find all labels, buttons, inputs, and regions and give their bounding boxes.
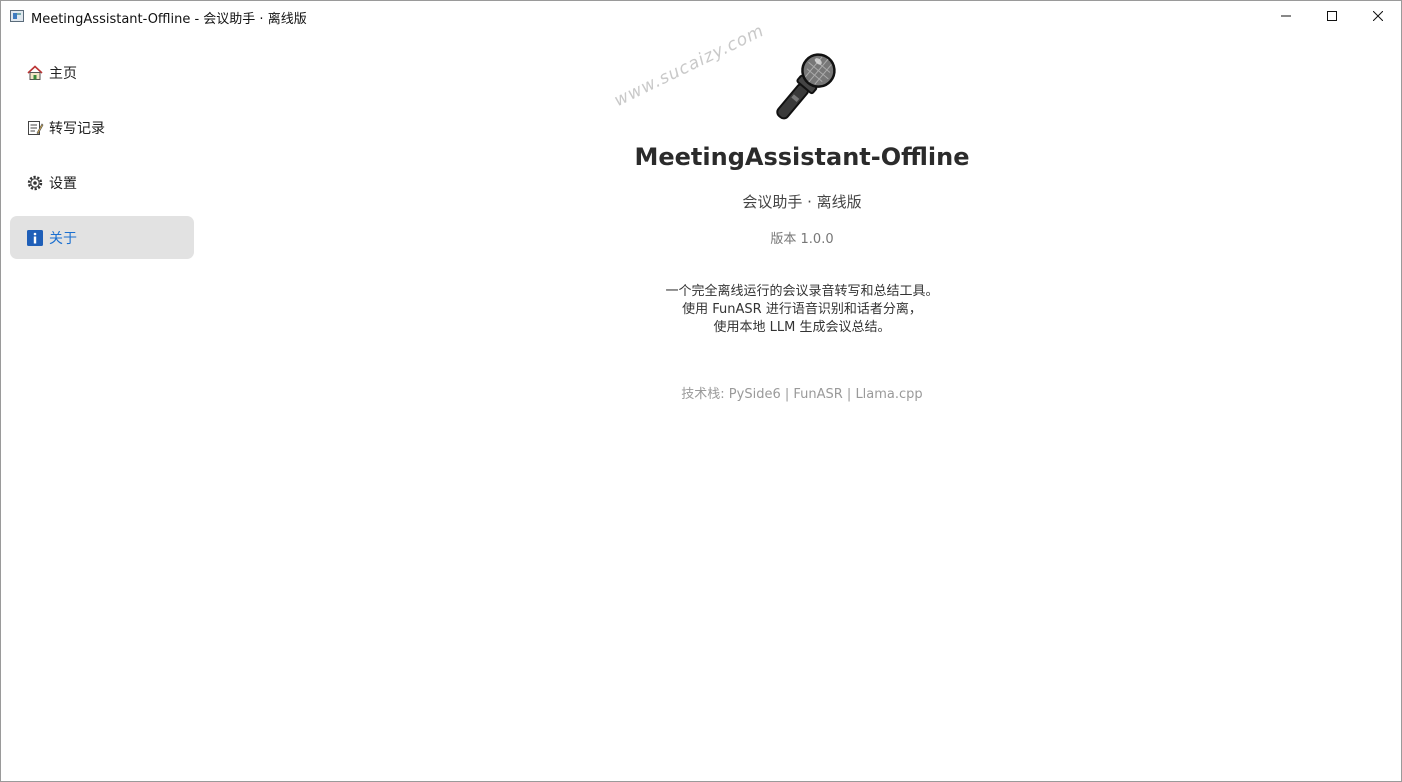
sidebar-item-label: 主页 [49,65,77,82]
microphone-icon [776,53,836,120]
app-window-icon [10,10,24,22]
sidebar-item-label: 转写记录 [49,120,105,137]
tech-stack: 技术栈: PySide6 | FunASR | Llama.cpp [681,387,923,402]
app-window: MeetingAssistant-Offline - 会议助手 · 离线版 主页 [0,0,1402,782]
watermark: www.sucaizy.com [611,20,768,111]
info-icon [26,229,44,247]
sidebar-nav: 主页 转写记录 设置 关于 [10,51,194,271]
sidebar-item-about[interactable]: 关于 [10,216,194,259]
house-icon [26,64,44,82]
title-bar[interactable]: MeetingAssistant-Offline - 会议助手 · 离线版 [1,1,1401,31]
maximize-button[interactable] [1309,1,1355,31]
about-panel: www.sucaizy.com MeetingAssistant-Offline [201,21,1402,781]
version-label: 版本 1.0.0 [770,232,834,247]
sidebar-item-transcripts[interactable]: 转写记录 [10,106,194,149]
app-name: MeetingAssistant-Offline [634,143,970,171]
gear-icon [26,174,44,192]
maximize-icon [1327,11,1337,21]
description-line: 使用 FunASR 进行语音识别和话者分离， [682,302,922,317]
sidebar-item-label: 关于 [49,230,77,247]
minimize-button[interactable] [1263,1,1309,31]
close-button[interactable] [1355,1,1401,31]
minimize-icon [1281,15,1291,17]
sidebar-item-label: 设置 [49,175,77,192]
description-line: 一个完全离线运行的会议录音转写和总结工具。 [665,284,939,299]
window-title: MeetingAssistant-Offline - 会议助手 · 离线版 [31,12,307,27]
sidebar-item-home[interactable]: 主页 [10,51,194,94]
app-description: 一个完全离线运行的会议录音转写和总结工具。 使用 FunASR 进行语音识别和话… [201,283,1402,337]
description-line: 使用本地 LLM 生成会议总结。 [713,320,891,335]
app-subtitle: 会议助手 · 离线版 [742,193,862,211]
memo-icon [26,119,44,137]
sidebar-item-settings[interactable]: 设置 [10,161,194,204]
close-icon [1373,11,1383,21]
